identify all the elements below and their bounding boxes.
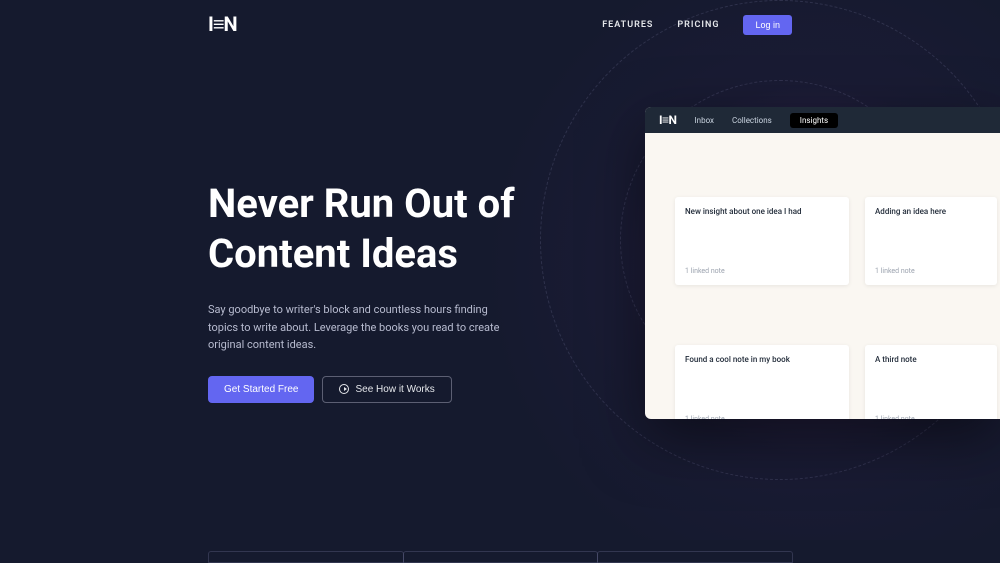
- app-preview-nav: I≡N Inbox Collections Insights: [645, 107, 1000, 133]
- feature-cards-row: [208, 551, 792, 563]
- play-icon: [339, 384, 349, 394]
- see-how-it-works-label: See How it Works: [355, 384, 434, 395]
- see-how-it-works-button[interactable]: See How it Works: [322, 376, 451, 403]
- note-meta: 1 linked note: [685, 267, 839, 275]
- app-nav-collections[interactable]: Collections: [732, 116, 772, 125]
- nav-features[interactable]: FEATURES: [602, 20, 653, 30]
- get-started-button[interactable]: Get Started Free: [208, 376, 314, 403]
- note-card[interactable]: New insight about one idea I had 1 linke…: [675, 197, 849, 285]
- feature-card: [403, 551, 599, 563]
- note-title: A third note: [875, 355, 987, 364]
- hero-subtitle: Say goodbye to writer's block and countl…: [208, 301, 508, 354]
- app-preview-card: I≡N Inbox Collections Insights New insig…: [645, 107, 1000, 419]
- note-title: New insight about one idea I had: [685, 207, 839, 216]
- note-meta: 1 linked note: [875, 267, 987, 275]
- hero-cta-row: Get Started Free See How it Works: [208, 376, 520, 403]
- note-title: Adding an idea here: [875, 207, 987, 216]
- app-preview-body: New insight about one idea I had 1 linke…: [645, 133, 1000, 419]
- header-nav: FEATURES PRICING Log in: [602, 15, 792, 35]
- feature-card: [597, 551, 793, 563]
- note-card[interactable]: A third note 1 linked note: [865, 345, 997, 419]
- note-meta: 1 linked note: [685, 415, 839, 419]
- login-button[interactable]: Log in: [743, 15, 792, 35]
- app-preview-logo: I≡N: [659, 113, 676, 127]
- hero-title: Never Run Out of Content Ideas: [208, 179, 520, 279]
- nav-pricing[interactable]: PRICING: [677, 20, 719, 30]
- note-meta: 1 linked note: [875, 415, 987, 419]
- app-nav-inbox[interactable]: Inbox: [694, 116, 714, 125]
- app-nav-insights[interactable]: Insights: [790, 113, 838, 128]
- feature-card: [208, 551, 404, 563]
- hero-section: Never Run Out of Content Ideas Say goodb…: [0, 49, 520, 403]
- site-logo[interactable]: I≡N: [208, 12, 237, 37]
- note-card[interactable]: Found a cool note in my book 1 linked no…: [675, 345, 849, 419]
- site-header: I≡N FEATURES PRICING Log in: [0, 0, 1000, 49]
- note-title: Found a cool note in my book: [685, 355, 839, 364]
- note-card[interactable]: Adding an idea here 1 linked note: [865, 197, 997, 285]
